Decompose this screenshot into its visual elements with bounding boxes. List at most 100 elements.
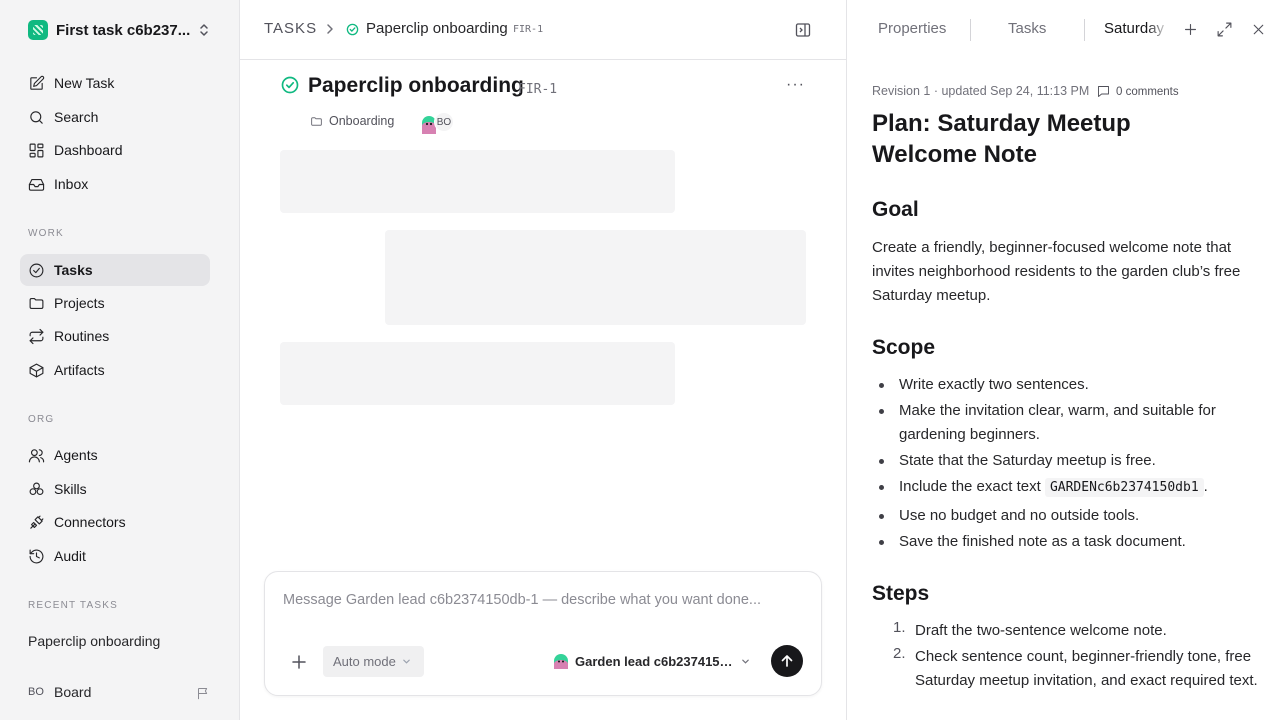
side-panel: Properties Tasks Saturday Meetup Welcome…	[846, 0, 1280, 720]
nav-audit[interactable]: Audit	[20, 540, 210, 572]
send-button[interactable]	[771, 645, 803, 677]
tab-divider	[970, 19, 971, 41]
loading-placeholder	[280, 150, 675, 213]
inbox-icon	[28, 178, 45, 191]
scope-item: Save the finished note as a task documen…	[879, 530, 1259, 554]
mode-label: Auto mode	[333, 654, 396, 669]
status-done-icon	[346, 23, 359, 36]
attach-button[interactable]	[289, 652, 309, 672]
agent-selector[interactable]: Garden lead c6b2374150db-1	[553, 650, 753, 672]
folder-icon	[311, 116, 322, 126]
section-header-work: WORK	[28, 228, 64, 239]
tab-properties[interactable]: Properties	[878, 20, 946, 37]
history-icon	[29, 549, 44, 563]
task-status-icon[interactable]	[281, 76, 299, 94]
scope-item: Include the exact text GARDENc6b2374150d…	[879, 475, 1259, 500]
add-tab-button[interactable]	[1182, 21, 1199, 38]
nav-connectors[interactable]: Connectors	[20, 506, 210, 538]
project-chip[interactable]: Onboarding	[310, 114, 394, 128]
loading-placeholder	[385, 230, 806, 325]
nav-label: Connectors	[54, 514, 126, 530]
nav-artifacts[interactable]: Artifacts	[20, 354, 210, 386]
comments-link[interactable]: 0 comments	[1096, 84, 1179, 99]
plus-icon	[292, 655, 306, 669]
sidebar: First task c6b237... New Task Search Das…	[0, 0, 240, 720]
tab-overflow-fade	[1147, 14, 1175, 44]
chevron-up-down-icon	[200, 24, 208, 36]
task-topbar: TASKS Paperclip onboarding FIR-1	[240, 0, 846, 60]
nav-label: New Task	[54, 75, 115, 91]
assignee-avatars[interactable]: BO	[420, 112, 454, 134]
document-title: Plan: Saturday Meetup Welcome Note	[872, 110, 1131, 168]
close-icon	[1253, 24, 1264, 35]
breadcrumb-task-title: Paperclip onboarding	[366, 20, 508, 37]
box-icon	[29, 363, 44, 377]
user-name: Board	[54, 684, 92, 700]
nav-label: Routines	[54, 328, 110, 344]
expand-button[interactable]	[1216, 21, 1233, 38]
mode-dropdown[interactable]: Auto mode	[323, 646, 424, 677]
nav-search[interactable]: Search	[20, 101, 210, 133]
nav-label: Artifacts	[54, 362, 105, 378]
flag-icon[interactable]	[196, 686, 211, 701]
nav-skills[interactable]: Skills	[20, 473, 210, 505]
message-input[interactable]	[283, 592, 803, 608]
close-button[interactable]	[1250, 21, 1267, 38]
task-detail-pane: TASKS Paperclip onboarding FIR-1 Papercl…	[240, 0, 846, 720]
breadcrumb-tasks[interactable]: TASKS	[264, 20, 317, 37]
expand-icon	[1217, 22, 1232, 37]
section-header-recent: RECENT TASKS	[28, 600, 118, 611]
dashboard-icon	[29, 143, 44, 157]
steps-heading: Steps	[872, 582, 930, 605]
toggle-panel-icon[interactable]	[795, 22, 811, 38]
required-code: GARDENc6b2374150db1	[1044, 478, 1204, 497]
workspace-name: First task c6b237...	[56, 21, 191, 39]
message-composer: Auto mode Garden lead c6b2374150db-1	[264, 571, 822, 696]
step-text: Draft the two-sentence welcome note.	[915, 622, 1167, 639]
more-options-button[interactable]: ···	[786, 76, 805, 94]
nav-label: Agents	[54, 447, 98, 463]
nav-inbox[interactable]: Inbox	[20, 168, 210, 200]
folder-icon	[29, 297, 44, 309]
chevron-down-icon	[403, 659, 410, 664]
skills-icon	[29, 482, 44, 495]
scope-item-text: Include the exact text	[899, 478, 1041, 495]
nav-dashboard[interactable]: Dashboard	[20, 134, 210, 166]
task-id: FIR-1	[518, 82, 558, 97]
nav-label: Skills	[54, 481, 87, 497]
nav-routines[interactable]: Routines	[20, 320, 210, 352]
comment-icon	[1098, 86, 1109, 97]
user-menu[interactable]: BO Board	[28, 684, 91, 700]
chevron-right-icon	[327, 24, 333, 34]
avatar: BO	[434, 112, 454, 132]
plus-icon	[1184, 23, 1197, 36]
nav-label: Inbox	[54, 176, 89, 192]
task-title[interactable]: Paperclip onboarding	[308, 74, 524, 98]
nav-projects[interactable]: Projects	[20, 287, 210, 319]
nav-agents[interactable]: Agents	[20, 439, 210, 471]
workspace-switcher[interactable]: First task c6b237...	[20, 16, 220, 44]
recent-task-link[interactable]: Paperclip onboarding	[28, 633, 160, 649]
scope-item: Make the invitation clear, warm, and sui…	[879, 399, 1259, 447]
step-text: Check sentence count, beginner-friendly …	[915, 648, 1258, 689]
nav-label: Projects	[54, 295, 105, 311]
project-name: Onboarding	[329, 114, 395, 128]
search-icon	[30, 110, 43, 124]
nav-tasks[interactable]: Tasks	[20, 254, 210, 286]
scope-item: Write exactly two sentences.	[879, 373, 1259, 397]
goal-heading: Goal	[872, 198, 919, 221]
repeat-icon	[29, 328, 44, 344]
chevron-down-icon	[742, 659, 749, 664]
nav-new-task[interactable]: New Task	[20, 67, 210, 99]
users-icon	[28, 448, 45, 462]
step-number: 2.	[893, 645, 906, 662]
arrow-up-icon	[781, 655, 793, 667]
revision-meta: Revision 1 · updated Sep 24, 11:13 PM	[872, 84, 1090, 98]
tasks-icon	[29, 263, 44, 277]
avatar: BO	[28, 686, 44, 698]
tab-tasks[interactable]: Tasks	[1008, 20, 1046, 37]
nav-label: Audit	[54, 548, 86, 564]
step-number: 1.	[893, 619, 906, 636]
tab-divider	[1084, 19, 1085, 41]
agent-avatar-icon	[554, 654, 568, 669]
